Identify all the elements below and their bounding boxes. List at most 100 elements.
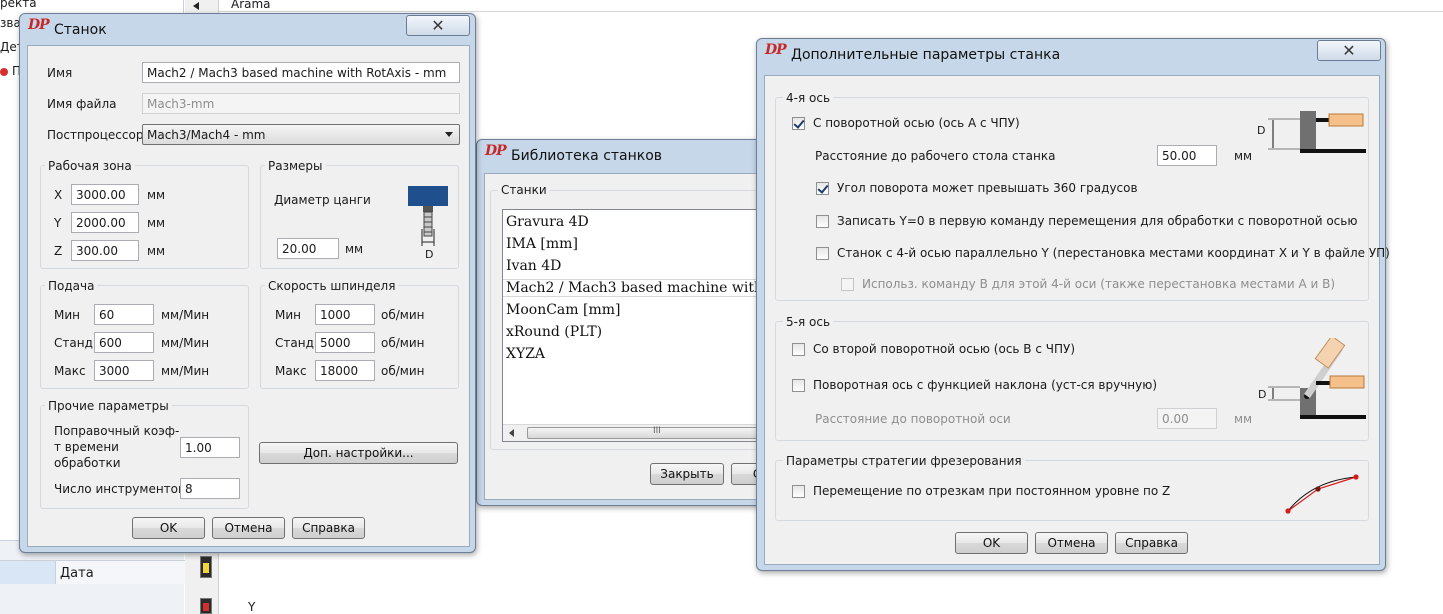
list-item[interactable]: XYZA bbox=[506, 346, 545, 362]
x-label: X bbox=[54, 188, 63, 202]
other-params-groupbox: Прочие параметры Поправочный коэф- т вре… bbox=[40, 399, 249, 509]
machines-groupbox: Станки Gravura 4D IMA [mm] Ivan 4D Mach2… bbox=[490, 183, 776, 450]
cancel-button[interactable]: Отмена bbox=[1035, 532, 1108, 554]
scroll-left-icon[interactable] bbox=[509, 429, 514, 437]
unit-label: об/мин bbox=[381, 364, 425, 378]
y-label: Y bbox=[54, 216, 62, 230]
scroll-thumb[interactable]: III bbox=[527, 426, 775, 439]
feed-std-label: Станд bbox=[54, 336, 93, 350]
background-search-bar: Arama bbox=[219, 0, 1443, 12]
file-input[interactable]: Mach3-mm bbox=[142, 93, 460, 114]
feed-min-input[interactable]: 60 bbox=[94, 304, 154, 325]
cancel-button[interactable]: Отмена bbox=[212, 517, 285, 539]
file-label: Имя файла bbox=[47, 97, 117, 111]
feed-min-label: Мин bbox=[54, 308, 80, 322]
z-segments-checkbox[interactable] bbox=[792, 485, 805, 498]
background-grid-cell[interactable] bbox=[0, 560, 55, 584]
spindle-max-label: Макс bbox=[275, 364, 307, 378]
unit-label: мм/Мин bbox=[161, 336, 210, 350]
coef-input[interactable]: 1.00 bbox=[180, 437, 240, 458]
chevron-down-icon bbox=[445, 132, 453, 137]
list-item[interactable]: xRound (PLT) bbox=[506, 324, 602, 340]
write-y0-checkbox[interactable] bbox=[816, 215, 829, 228]
unit-label: мм bbox=[345, 242, 364, 256]
collet-label: Диаметр цанги bbox=[274, 193, 371, 207]
tools-count-input[interactable]: 8 bbox=[180, 478, 240, 499]
close-library-button[interactable]: Закрыть bbox=[650, 463, 724, 485]
b-command-checkbox[interactable] bbox=[841, 278, 854, 291]
rotary-axis-checkbox[interactable] bbox=[792, 117, 805, 130]
name-input[interactable]: Mach2 / Mach3 based machine with RotAxis… bbox=[142, 62, 460, 83]
spindle-min-input[interactable]: 1000 bbox=[315, 304, 375, 325]
diagram-label: D bbox=[1257, 124, 1266, 137]
y-input[interactable]: 2000.00 bbox=[71, 212, 139, 233]
tilt-axis-checkbox[interactable] bbox=[792, 379, 805, 392]
help-button[interactable]: Справка bbox=[1115, 532, 1188, 554]
feed-max-label: Макс bbox=[54, 364, 86, 378]
angle-over-360-checkbox[interactable] bbox=[816, 182, 829, 195]
title-bar[interactable]: DP Дополнительные параметры станка ✕ bbox=[757, 39, 1385, 69]
x-input[interactable]: 3000.00 bbox=[71, 184, 139, 205]
spindle-groupbox: Скорость шпинделя Мин 1000 об/мин Станд … bbox=[260, 279, 459, 389]
machine-client-area: Имя Mach2 / Mach3 based machine with Rot… bbox=[27, 45, 470, 547]
rotary-distance-label: Расстояние до поворотной оси bbox=[815, 412, 1011, 426]
postprocessor-label: Постпроцессор bbox=[47, 128, 144, 142]
second-rotary-checkbox[interactable] bbox=[792, 343, 805, 356]
groupbox-title: Скорость шпинделя bbox=[265, 279, 399, 293]
groupbox-title: Размеры bbox=[265, 159, 326, 173]
rotary-distance-input[interactable]: 0.00 bbox=[1157, 408, 1217, 429]
feed-max-input[interactable]: 3000 bbox=[94, 360, 154, 381]
feed-groupbox: Подача Мин 60 мм/Мин Станд 600 мм/Мин Ма… bbox=[40, 279, 249, 389]
horizontal-scrollbar[interactable]: III bbox=[503, 424, 775, 441]
close-icon[interactable]: ✕ bbox=[406, 15, 470, 36]
z-input[interactable]: 300.00 bbox=[71, 240, 139, 261]
left-arrow-icon[interactable] bbox=[193, 2, 199, 10]
indicator-icon bbox=[200, 598, 212, 614]
list-item-selected[interactable]: Mach2 / Mach3 based machine with R bbox=[503, 279, 775, 297]
extra-params-window: DP Дополнительные параметры станка ✕ 4-я… bbox=[756, 38, 1390, 571]
coef-label: обработки bbox=[54, 456, 121, 470]
extra-settings-button[interactable]: Доп. настройки... bbox=[259, 442, 458, 464]
tilt-axis-label: Поворотная ось с функцией наклона (уст-с… bbox=[813, 378, 1158, 392]
feed-std-input[interactable]: 600 bbox=[94, 332, 154, 353]
ok-button[interactable]: OK bbox=[955, 532, 1028, 554]
axis-label: Y bbox=[248, 600, 256, 614]
diagram-label: D bbox=[1258, 388, 1267, 401]
list-item[interactable]: MoonCam [mm] bbox=[506, 302, 620, 318]
rotary-axis-diagram-icon bbox=[1268, 111, 1366, 153]
title-bar[interactable]: DP Станок ✕ bbox=[20, 14, 475, 44]
date-column-header[interactable]: Дата bbox=[55, 560, 185, 584]
list-item[interactable]: IMA [mm] bbox=[506, 236, 578, 252]
ok-button[interactable]: OK bbox=[132, 517, 205, 539]
unit-label: мм/Мин bbox=[161, 308, 210, 322]
unit-label: мм bbox=[1234, 412, 1253, 426]
parallel-y-checkbox[interactable] bbox=[816, 247, 829, 260]
groupbox-title: Рабочая зона bbox=[45, 159, 135, 173]
groupbox-title: 5-я ось bbox=[783, 315, 834, 329]
unit-label: мм bbox=[147, 216, 166, 230]
machine-library-window: DP Библиотека станков Станки Gravura 4D … bbox=[476, 139, 791, 506]
unit-label: мм bbox=[147, 188, 166, 202]
help-button[interactable]: Справка bbox=[292, 517, 365, 539]
groupbox-title: 4-я ось bbox=[783, 91, 834, 105]
library-client-area: Станки Gravura 4D IMA [mm] Ivan 4D Mach2… bbox=[484, 173, 791, 500]
search-label: Arama bbox=[231, 0, 271, 11]
work-zone-groupbox: Рабочая зона X 3000.00 мм Y 2000.00 мм Z… bbox=[40, 159, 249, 269]
list-item[interactable]: Gravura 4D bbox=[506, 214, 589, 230]
title-bar[interactable]: DP Библиотека станков bbox=[477, 140, 775, 170]
postprocessor-select[interactable]: Mach3/Mach4 - mm bbox=[142, 124, 460, 145]
z-label: Z bbox=[54, 244, 63, 258]
machine-window: DP Станок ✕ Имя Mach2 / Mach3 based mach… bbox=[19, 13, 476, 553]
spindle-std-input[interactable]: 5000 bbox=[315, 332, 375, 353]
spindle-min-label: Мин bbox=[275, 308, 301, 322]
machines-list[interactable]: Gravura 4D IMA [mm] Ivan 4D Mach2 / Mach… bbox=[502, 209, 776, 442]
spindle-max-input[interactable]: 18000 bbox=[315, 360, 375, 381]
collet-input[interactable]: 20.00 bbox=[277, 238, 339, 259]
spindle-std-label: Станд bbox=[275, 336, 314, 350]
close-icon[interactable]: ✕ bbox=[1317, 40, 1381, 61]
groupbox-title: Параметры стратегии фрезерования bbox=[783, 454, 1025, 468]
list-item[interactable]: Ivan 4D bbox=[506, 258, 561, 274]
name-label: Имя bbox=[47, 66, 73, 80]
indicator-icon bbox=[200, 556, 212, 578]
table-distance-input[interactable]: 50.00 bbox=[1157, 145, 1217, 166]
